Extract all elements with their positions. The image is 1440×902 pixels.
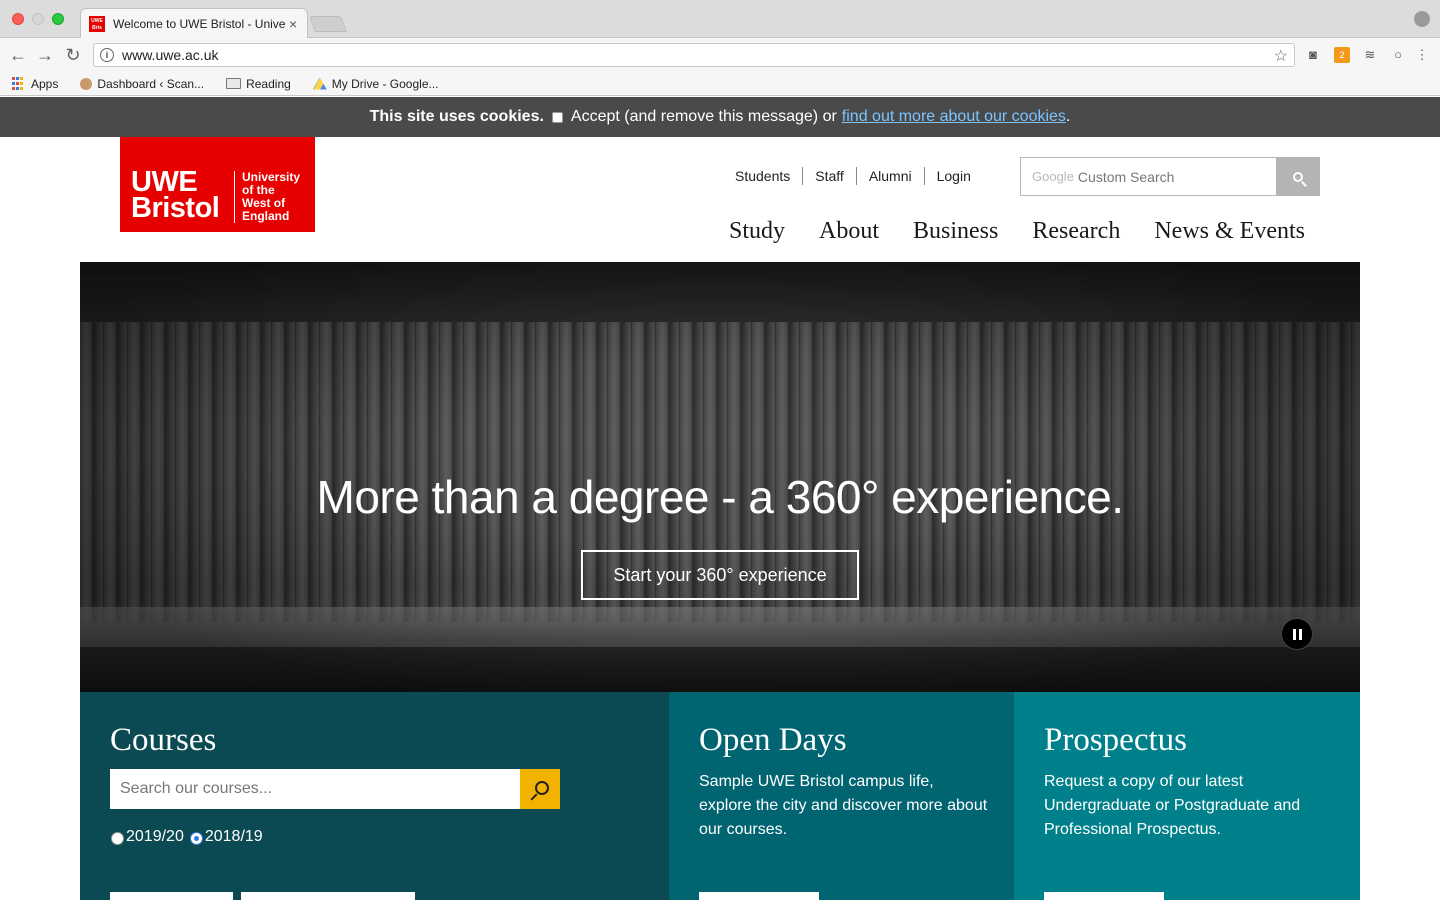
site-info-icon[interactable]: i xyxy=(100,48,114,62)
uwe-favicon-icon: UWE Bris xyxy=(89,15,105,32)
minimize-window-button[interactable] xyxy=(32,13,44,25)
cookie-text: Accept (and remove this message) or xyxy=(570,108,837,125)
search-placeholder: Custom Search xyxy=(1077,168,1175,185)
utility-nav: Students Staff Alumni Login xyxy=(720,167,983,185)
year-label: 2018/19 xyxy=(204,828,263,845)
cookie-heading: This site uses cookies. xyxy=(369,108,544,125)
open-days-text: Sample UWE Bristol campus life, explore … xyxy=(699,773,988,838)
folder-icon xyxy=(226,78,242,89)
year-radio-2018-19[interactable] xyxy=(189,832,203,845)
year-radio-2019-20[interactable] xyxy=(111,832,124,845)
maximize-window-button[interactable] xyxy=(52,13,64,25)
camera-extension-icon[interactable]: ◙ xyxy=(1305,47,1321,63)
back-arrow-icon[interactable]: ← xyxy=(7,44,29,66)
dashboard-icon xyxy=(80,77,93,90)
tab-close-icon[interactable]: × xyxy=(289,16,297,32)
google-label: Google xyxy=(1032,169,1074,184)
util-nav-staff[interactable]: Staff xyxy=(802,167,856,185)
address-bar[interactable]: i www.uwe.ac.uk ☆ xyxy=(93,43,1295,67)
cookie-end: . xyxy=(1065,108,1071,125)
browser-toolbar: ← → ↻ i www.uwe.ac.uk ☆ ◙ 2 ≋ ○ ⋮ xyxy=(0,38,1440,72)
profile-icon[interactable] xyxy=(1414,11,1430,27)
bookmark-dashboard[interactable]: Dashboard ‹ Scan... xyxy=(80,77,204,91)
bookmarks-bar: Apps Dashboard ‹ Scan... Reading My Driv… xyxy=(0,72,1440,96)
util-nav-login[interactable]: Login xyxy=(923,167,983,185)
circle-extension-icon[interactable]: ○ xyxy=(1390,47,1406,63)
logo-subtitle: University of the West of England xyxy=(242,170,301,223)
hero-banner: More than a degree - a 360° experience. … xyxy=(80,262,1360,692)
util-nav-students[interactable]: Students xyxy=(720,167,802,185)
pause-slideshow-button[interactable] xyxy=(1281,618,1313,650)
courses-title: Courses xyxy=(110,722,217,758)
nav-research[interactable]: Research xyxy=(1032,218,1120,245)
uwe-bristol-logo[interactable]: UWE Bristol University of the West of En… xyxy=(120,137,315,232)
prospectus-button[interactable] xyxy=(1044,892,1164,902)
search-icon xyxy=(534,780,549,795)
bookmark-my-drive[interactable]: My Drive - Google... xyxy=(312,76,439,91)
browser-tab-active[interactable]: UWEBris Welcome to UWE Bristol - Univers… xyxy=(80,8,308,38)
year-label: 2019/20 xyxy=(126,828,184,845)
open-days-title: Open Days xyxy=(699,722,847,758)
nav-study[interactable]: Study xyxy=(729,218,785,245)
browser-titlebar: UWEBris Welcome to UWE Bristol - Univers… xyxy=(0,0,1440,38)
hero-cta-button[interactable]: Start your 360° experience xyxy=(581,550,859,600)
cookie-accept-checkbox[interactable] xyxy=(551,111,563,123)
course-search-input[interactable] xyxy=(110,769,520,809)
bookmark-reading[interactable]: Reading xyxy=(226,77,291,91)
open-days-button[interactable] xyxy=(699,892,819,902)
courses-panel: Courses 2019/20 2018/19 xyxy=(80,692,669,902)
site-search-input[interactable]: Google Custom Search xyxy=(1020,157,1276,196)
search-icon xyxy=(1293,171,1303,182)
pause-icon xyxy=(1292,628,1296,640)
bookmark-star-icon[interactable]: ☆ xyxy=(1274,46,1288,66)
url-text[interactable]: www.uwe.ac.uk xyxy=(122,47,218,63)
site-search-button[interactable] xyxy=(1276,157,1320,196)
notification-extension-icon[interactable]: 2 xyxy=(1334,47,1350,63)
bookmark-label: Reading xyxy=(246,76,291,91)
nav-news-events[interactable]: News & Events xyxy=(1154,218,1305,245)
prospectus-panel: Prospectus Request a copy of our latest … xyxy=(1014,692,1360,902)
nav-about[interactable]: About xyxy=(819,218,879,245)
bookmark-label: Dashboard ‹ Scan... xyxy=(97,76,205,91)
hero-title: More than a degree - a 360° experience. xyxy=(316,471,1124,523)
nav-business[interactable]: Business xyxy=(913,218,998,245)
tab-title: Welcome to UWE Bristol - University of t… xyxy=(113,16,285,31)
open-days-panel: Open Days Sample UWE Bristol campus life… xyxy=(669,692,1014,902)
reload-icon[interactable]: ↻ xyxy=(62,44,84,66)
apps-grid-icon xyxy=(12,76,26,91)
prospectus-title: Prospectus xyxy=(1044,722,1187,758)
cookie-info-link[interactable]: find out more about our cookies xyxy=(842,108,1066,126)
cookie-banner: This site uses cookies. Accept (and remo… xyxy=(0,97,1440,137)
logo-divider xyxy=(234,171,235,223)
new-tab-button[interactable] xyxy=(309,16,347,32)
year-selector: 2019/20 2018/19 xyxy=(111,828,269,846)
course-link-button[interactable] xyxy=(110,892,233,902)
forward-arrow-icon[interactable]: → xyxy=(34,44,56,66)
google-drive-icon xyxy=(312,77,327,90)
course-link-button[interactable] xyxy=(241,892,415,902)
util-nav-alumni[interactable]: Alumni xyxy=(855,167,924,185)
menu-kebab-icon[interactable]: ⋮ xyxy=(1414,47,1430,63)
bookmark-label: Apps xyxy=(31,76,59,91)
bookmark-label: My Drive - Google... xyxy=(331,76,439,91)
prospectus-text: Request a copy of our latest Undergradua… xyxy=(1044,773,1301,838)
logo-wordmark: UWE Bristol xyxy=(131,166,220,224)
main-nav: Study About Business Research News & Eve… xyxy=(712,218,1322,245)
close-window-button[interactable] xyxy=(12,13,24,25)
course-search-button[interactable] xyxy=(520,769,560,809)
bookmark-apps[interactable]: Apps xyxy=(12,76,59,91)
layers-extension-icon[interactable]: ≋ xyxy=(1362,47,1378,63)
